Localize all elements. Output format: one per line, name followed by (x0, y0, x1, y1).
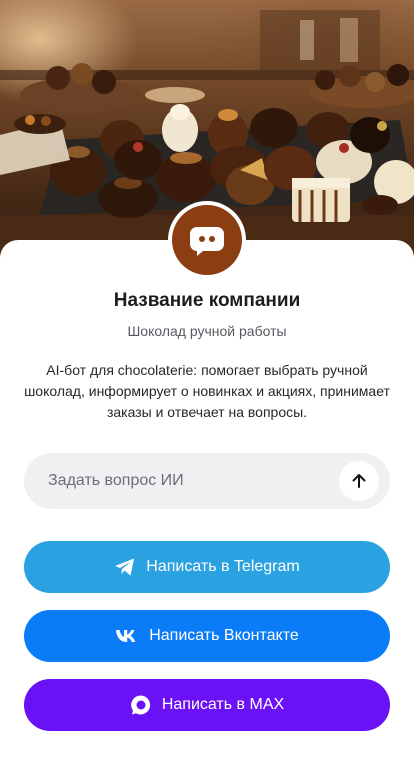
page: Название компании Шоколад ручной работы … (0, 0, 414, 770)
arrow-up-icon (352, 474, 366, 488)
max-icon (130, 694, 152, 716)
send-button[interactable] (339, 461, 379, 501)
chat-bubble-icon (190, 227, 224, 256)
company-avatar (168, 201, 246, 279)
telegram-button[interactable]: Написать в Telegram (24, 541, 390, 593)
company-name: Название компании (113, 290, 301, 311)
vk-icon (115, 629, 139, 643)
company-description: AI-бот для chocolaterie: помогает выбрат… (24, 362, 390, 420)
max-button-label: Написать в MAX (161, 696, 285, 713)
ask-ai-box (24, 453, 390, 509)
telegram-button-label: Написать в Telegram (146, 558, 300, 575)
vk-button-label: Написать Вконтакте (149, 627, 299, 644)
company-subtitle: Шоколад ручной работы (127, 323, 287, 339)
ask-ai-input[interactable] (48, 453, 348, 509)
vk-button[interactable]: Написать Вконтакте (24, 610, 390, 662)
avatar-circle (172, 205, 242, 275)
max-button[interactable]: Написать в MAX (24, 679, 390, 731)
telegram-icon (114, 557, 136, 577)
